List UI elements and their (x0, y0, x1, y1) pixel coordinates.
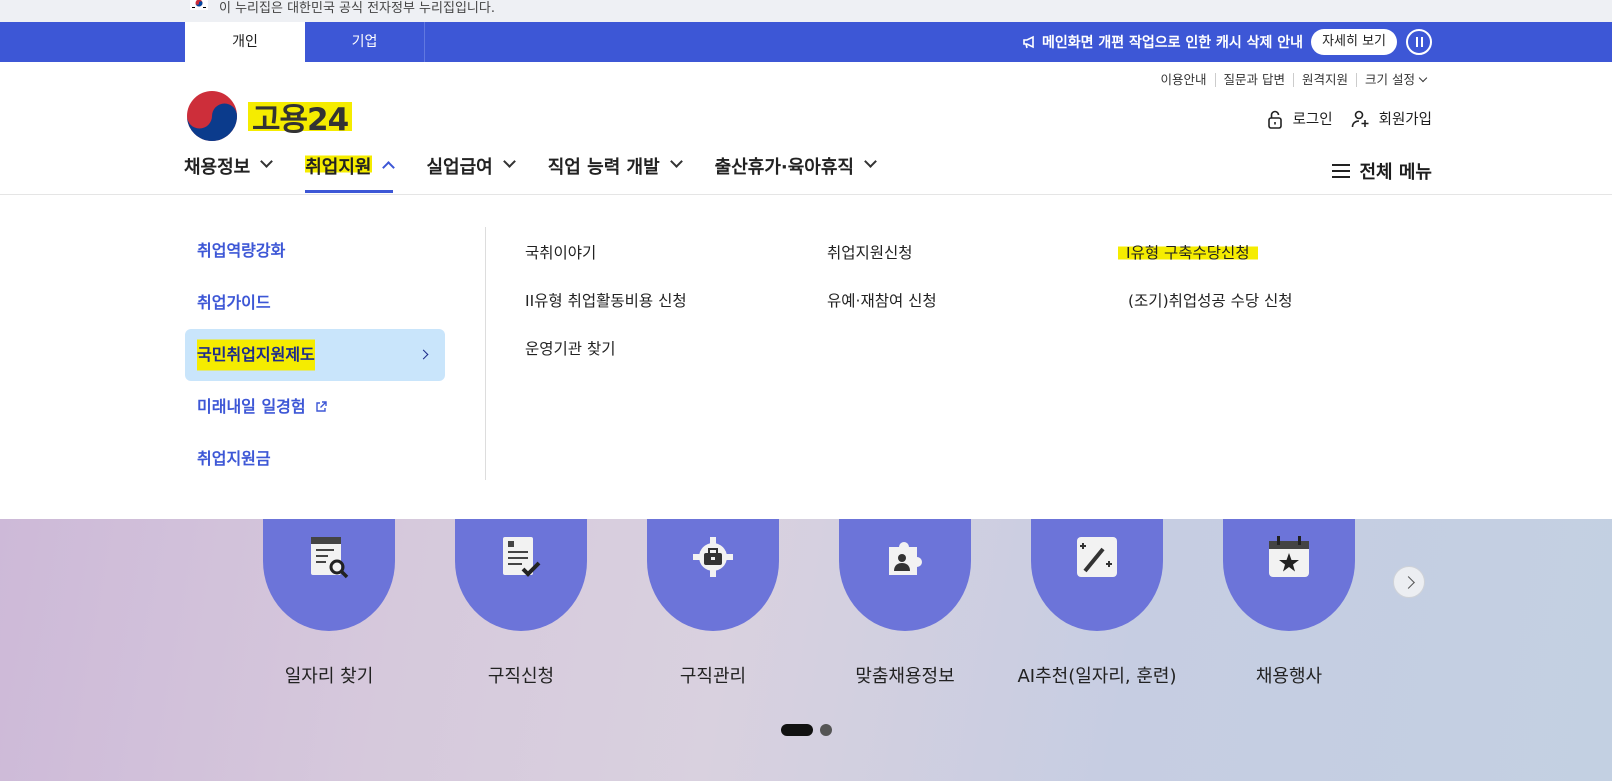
chevron-down-icon (669, 155, 683, 168)
util-link-qna[interactable]: 질문과 답변 (1214, 73, 1293, 87)
user-plus-icon (1351, 110, 1369, 127)
all-menu-button[interactable]: 전체 메뉴 (1332, 158, 1432, 184)
magic-wand-icon (1077, 537, 1117, 577)
megaphone-icon (1023, 35, 1034, 49)
chevron-down-icon (502, 155, 516, 168)
login-button[interactable]: 로그인 (1265, 108, 1333, 129)
link-type2-expense[interactable]: II유형 취업활동비용 신청 (525, 289, 687, 311)
notice-detail-button[interactable]: 자세히 보기 (1311, 29, 1397, 55)
link-deferral-reentry[interactable]: 유예·재참여 신청 (827, 289, 937, 311)
taeguk-emblem-icon (187, 91, 237, 141)
util-link-guide[interactable]: 이용안내 (1153, 73, 1215, 87)
site-logo[interactable]: 고용24 (186, 90, 353, 142)
link-stories[interactable]: 국취이야기 (525, 241, 596, 263)
chevron-right-icon (418, 349, 429, 360)
carousel-dot-2[interactable] (820, 724, 832, 736)
tab-personal[interactable]: 개인 (185, 22, 305, 62)
link-early-success-allowance[interactable]: (조기)취업성공 수당 신청 (1128, 289, 1293, 311)
employment-support-dropdown: 취업역량강화 취업가이드 국민취업지원제도 미래내일 일경험 취업지원금 국취이… (0, 195, 1612, 519)
logo-text: 고용24 (248, 93, 353, 139)
submenu-list: 취업역량강화 취업가이드 국민취업지원제도 미래내일 일경험 취업지원금 (185, 225, 445, 485)
carousel-dot-1[interactable] (781, 724, 813, 736)
submenu-item-work-experience[interactable]: 미래내일 일경험 (185, 381, 445, 433)
signup-button[interactable]: 회원가입 (1351, 108, 1432, 129)
submenu-item-national-employment[interactable]: 국민취업지원제도 (185, 329, 445, 381)
nav-item-employment-support[interactable]: 취업지원 (305, 153, 395, 193)
lock-icon (1267, 110, 1282, 129)
nav-item-parental-leave[interactable]: 출산휴가·육아휴직 (715, 153, 877, 193)
auth-links: 로그인 회원가입 (1247, 108, 1432, 129)
gov-banner-text: 이 누리집은 대한민국 공식 전자정부 누리집입니다. (219, 1, 495, 16)
document-search-icon (311, 537, 349, 579)
gov-banner: 이 누리집은 대한민국 공식 전자정부 누리집입니다. (0, 0, 1612, 22)
link-support-apply[interactable]: 취업지원신청 (827, 241, 913, 263)
carousel-dots (781, 724, 839, 736)
link-type1-allowance[interactable]: I유형 구축수당신청 (1118, 241, 1258, 263)
util-link-remote[interactable]: 원격지원 (1293, 73, 1356, 87)
nav-item-unemployment-benefits[interactable]: 실업급여 (427, 153, 516, 193)
tab-company[interactable]: 기업 (305, 22, 425, 62)
calendar-star-icon (1269, 536, 1309, 577)
submenu-item-guide[interactable]: 취업가이드 (185, 277, 445, 329)
top-bar: 개인 기업 메인화면 개편 작업으로 인한 캐시 삭제 안내 자세히 보기 (0, 22, 1612, 62)
util-link-size[interactable]: 크기 설정 (1356, 73, 1434, 87)
utility-links: 이용안내 질문과 답변 원격지원 크기 설정 (1153, 73, 1435, 87)
puzzle-person-icon (889, 541, 922, 575)
nav-item-jobs[interactable]: 채용정보 (184, 153, 274, 193)
main-nav: 채용정보 취업지원 실업급여 직업 능력 개발 출산휴가·육아휴직 (184, 153, 909, 193)
hamburger-icon (1332, 164, 1351, 178)
notice-banner: 메인화면 개편 작업으로 인한 캐시 삭제 안내 자세히 보기 (1022, 22, 1437, 62)
chevron-down-icon (1418, 73, 1428, 83)
korea-flag-icon (190, 0, 208, 10)
quick-menu-section: 일자리 찾기 구직신청 구직관리 맞춤채용정보 AI추천(일자리, 훈련) 채용… (0, 493, 1612, 781)
gear-briefcase-icon (693, 537, 733, 577)
external-link-icon (315, 401, 327, 412)
submenu-item-subsidy[interactable]: 취업지원금 (185, 433, 445, 485)
document-check-icon (503, 537, 541, 577)
dropdown-divider (485, 227, 486, 480)
link-find-operator[interactable]: 운영기관 찾기 (525, 337, 616, 359)
notice-text: 메인화면 개편 작업으로 인한 캐시 삭제 안내 (1041, 35, 1304, 51)
carousel-next-button[interactable] (1393, 566, 1425, 598)
chevron-down-icon (864, 155, 877, 168)
chevron-down-icon (260, 155, 274, 168)
chevron-up-icon (381, 161, 395, 174)
nav-item-skills-development[interactable]: 직업 능력 개발 (548, 153, 683, 193)
submenu-item-competency[interactable]: 취업역량강화 (185, 225, 445, 277)
pause-button[interactable] (1406, 29, 1432, 55)
